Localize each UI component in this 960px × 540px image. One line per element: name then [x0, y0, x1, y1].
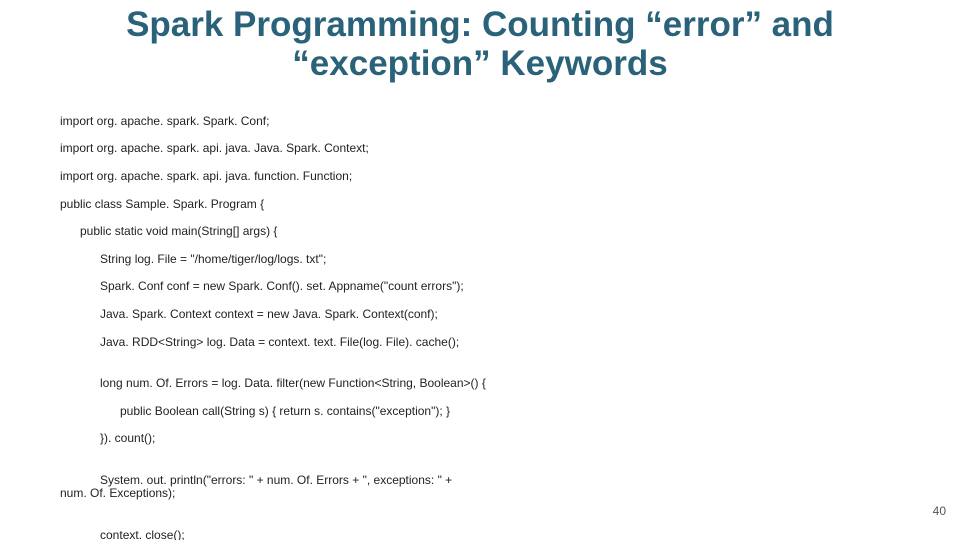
code-line: import org. apache. spark. api. java. fu… [60, 169, 352, 183]
code-line: context. close(); [60, 528, 185, 540]
code-block: import org. apache. spark. Spark. Conf; … [60, 101, 900, 540]
code-line: String log. File = "/home/tiger/log/logs… [60, 252, 326, 266]
code-line: System. out. println("errors: " + num. O… [60, 473, 452, 501]
code-line: import org. apache. spark. Spark. Conf; [60, 114, 269, 128]
page-number: 40 [933, 504, 946, 518]
slide-title: Spark Programming: Counting “error” and … [60, 6, 900, 83]
code-line: Spark. Conf conf = new Spark. Conf(). se… [60, 279, 464, 293]
slide: Spark Programming: Counting “error” and … [0, 0, 960, 540]
code-line: }). count(); [60, 431, 155, 445]
code-line: import org. apache. spark. api. java. Ja… [60, 141, 369, 155]
code-line: long num. Of. Errors = log. Data. filter… [60, 376, 486, 390]
code-line: public Boolean call(String s) { return s… [60, 404, 450, 418]
code-line: public class Sample. Spark. Program { [60, 197, 264, 211]
code-line: public static void main(String[] args) { [60, 224, 277, 238]
code-line: Java. RDD<String> log. Data = context. t… [60, 335, 459, 349]
code-line: Java. Spark. Context context = new Java.… [60, 307, 438, 321]
